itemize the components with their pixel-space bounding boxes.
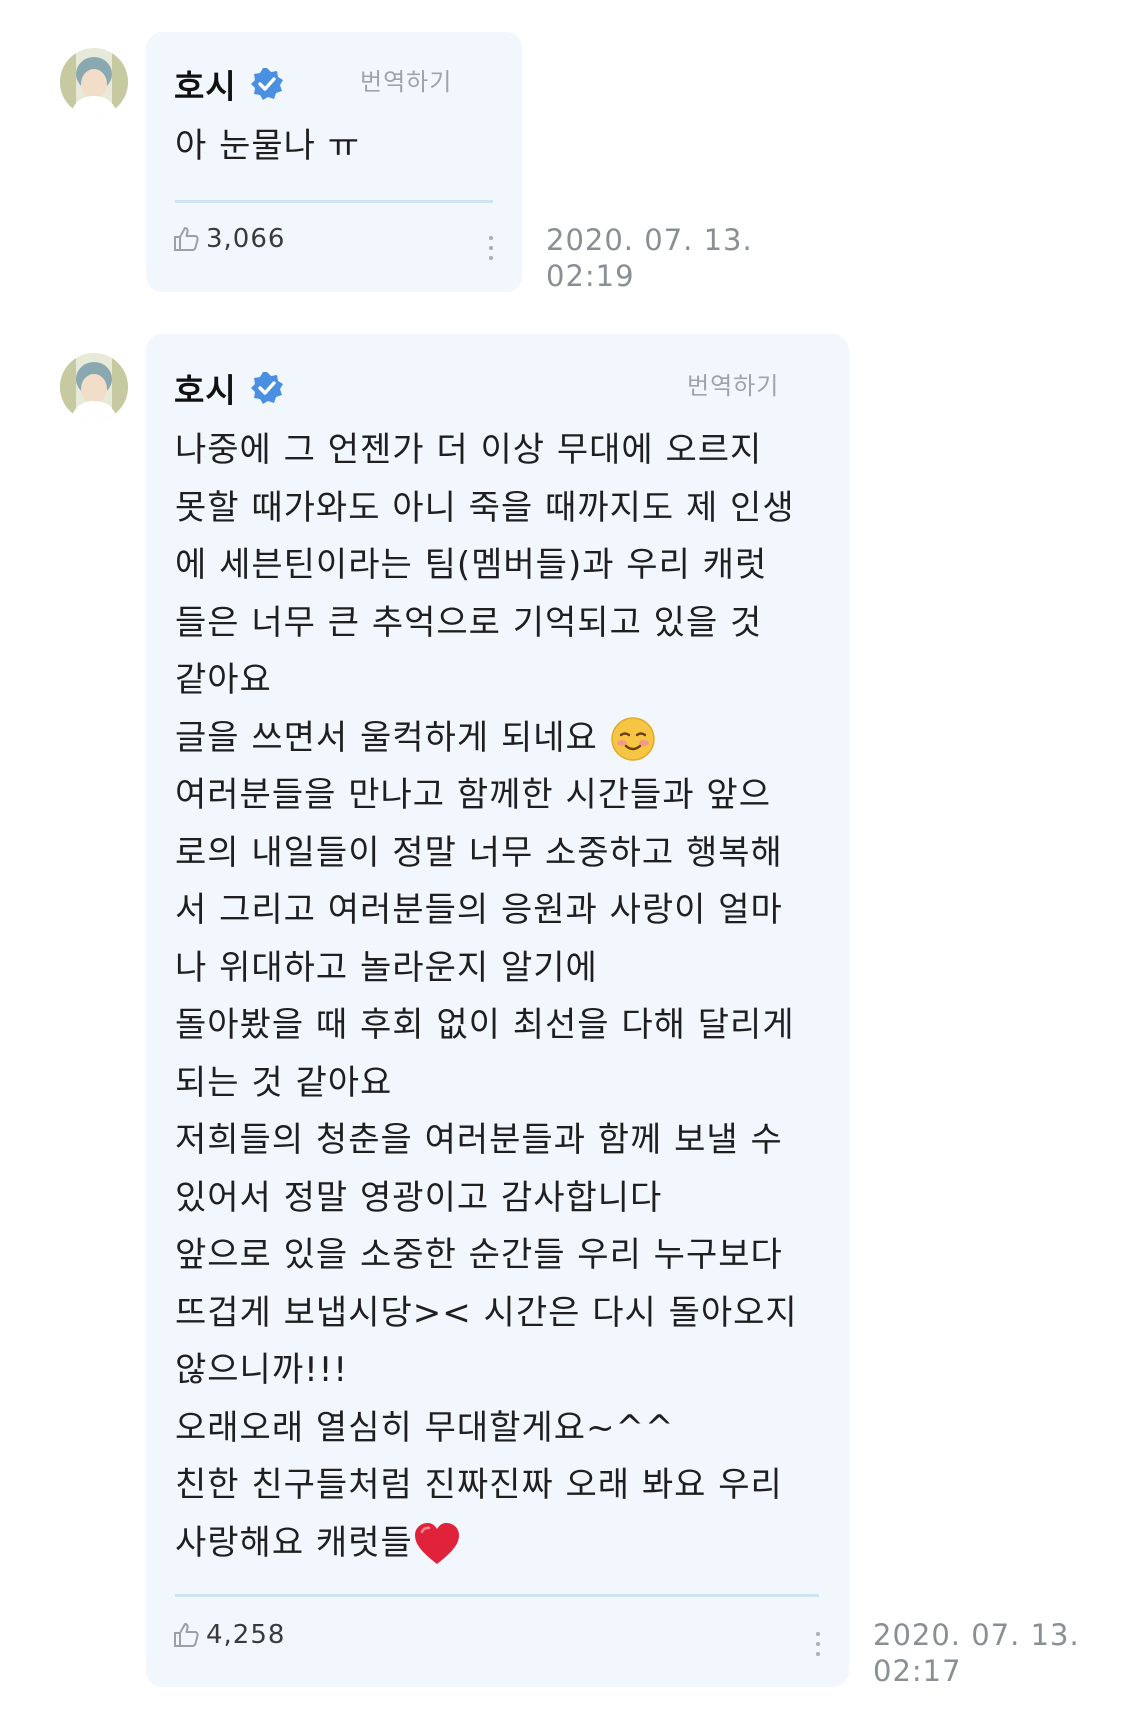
author[interactable]: 호시 xyxy=(174,60,285,108)
comment-line: 앞으로 있을 소중한 순간들 우리 누구보다 xyxy=(175,1235,783,1275)
smiling-face-icon xyxy=(610,717,656,761)
comment-line-text: 글을 쓰면서 울컥하게 되네요 xyxy=(175,717,598,758)
comment-line: 여러분들을 만나고 함께한 시간들과 앞으 xyxy=(175,775,771,815)
like-button[interactable]: 4,258 xyxy=(172,1620,285,1650)
more-vertical-icon[interactable] xyxy=(813,1632,823,1662)
comment-line: 아 눈물나 ㅠ xyxy=(175,126,361,166)
comment-line-text: 사랑해요 캐럿들 xyxy=(175,1522,413,1563)
timestamp: 2020. 07. 13. 02:19 xyxy=(546,222,753,294)
comment-line: 로의 내일들이 정말 너무 소중하고 행복해 xyxy=(175,832,783,873)
timestamp-time: 02:17 xyxy=(873,1654,962,1688)
comment-line: 못할 때가와도 아니 죽을 때까지도 제 인생 xyxy=(175,487,795,528)
timestamp-time: 02:19 xyxy=(546,259,635,293)
comment-line: 오래오래 열심히 무대할게요~^^ xyxy=(175,1407,675,1448)
author[interactable]: 호시 xyxy=(174,364,285,412)
timestamp: 2020. 07. 13. 02:17 xyxy=(873,1617,1080,1689)
thumbs-up-icon[interactable] xyxy=(172,1621,200,1649)
author-name[interactable]: 호시 xyxy=(174,364,237,412)
comment-line: 되는 것 같아요 xyxy=(175,1062,393,1103)
divider xyxy=(175,200,493,203)
comment-line: 친한 친구들처럼 진짜진짜 오래 봐요 우리 xyxy=(175,1465,783,1505)
author-name[interactable]: 호시 xyxy=(174,60,237,108)
red-heart-icon xyxy=(413,1523,461,1564)
verified-badge-icon xyxy=(249,66,285,102)
avatar[interactable] xyxy=(60,353,128,421)
timestamp-date: 2020. 07. 13. xyxy=(873,1618,1080,1652)
comment-line: 들은 너무 큰 추억으로 기억되고 있을 것 xyxy=(175,602,763,643)
comment-bubble: 호시 번역하기 나중에 그 언젠가 더 이상 무대에 오르지 못할 때가와도 아… xyxy=(146,334,849,1687)
comment-line: 에 세븐틴이라는 팀(멤버들)과 우리 캐럿 xyxy=(175,545,768,585)
like-count: 4,258 xyxy=(206,1620,286,1650)
translate-button[interactable]: 번역하기 xyxy=(687,366,779,401)
comment-line-with-emoji: 사랑해요 캐럿들 xyxy=(175,1515,798,1573)
comment-bubble: 호시 번역하기 아 눈물나 ㅠ 3,066 xyxy=(146,32,522,292)
translate-button[interactable]: 번역하기 xyxy=(360,62,452,97)
comment-text: 나중에 그 언젠가 더 이상 무대에 오르지 못할 때가와도 아니 죽을 때까지… xyxy=(175,422,798,1572)
comment-line: 서 그리고 여러분들의 응원과 사랑이 얼마 xyxy=(175,890,783,930)
comment-line: 뜨겁게 보냅시당>< 시간은 다시 돌아오지 xyxy=(175,1292,798,1333)
comment-line: 돌아봤을 때 후회 없이 최선을 다해 달리게 xyxy=(175,1005,795,1045)
verified-badge-icon xyxy=(249,370,285,406)
comment-line: 않으니까!!! xyxy=(175,1350,349,1390)
thumbs-up-icon[interactable] xyxy=(172,225,200,253)
timestamp-date: 2020. 07. 13. xyxy=(546,223,753,257)
comment-line: 나중에 그 언젠가 더 이상 무대에 오르지 xyxy=(175,430,763,470)
avatar[interactable] xyxy=(60,48,128,116)
comment-line: 같아요 xyxy=(175,660,272,700)
comment-text: 아 눈물나 ㅠ xyxy=(175,118,360,176)
more-vertical-icon[interactable] xyxy=(486,236,496,266)
comment-line-with-emoji: 글을 쓰면서 울컥하게 되네요 xyxy=(175,710,798,768)
divider xyxy=(175,1594,819,1597)
like-button[interactable]: 3,066 xyxy=(172,224,285,254)
comment-line: 있어서 정말 영광이고 감사합니다 xyxy=(175,1177,663,1218)
comment-line: 나 위대하고 놀라운지 알기에 xyxy=(175,947,598,988)
like-count: 3,066 xyxy=(206,224,286,254)
comment-line: 저희들의 청춘을 여러분들과 함께 보낼 수 xyxy=(175,1120,783,1160)
